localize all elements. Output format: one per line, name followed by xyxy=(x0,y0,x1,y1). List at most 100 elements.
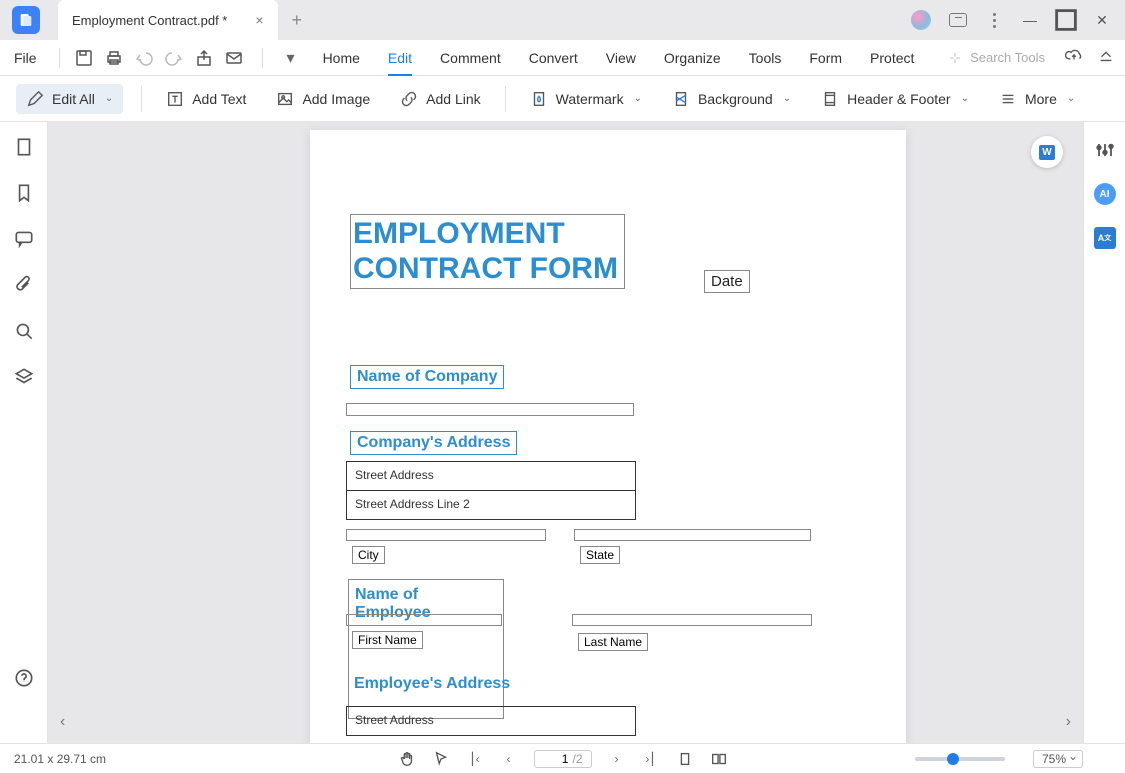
zoom-select[interactable]: 75% xyxy=(1033,750,1083,768)
date-field[interactable]: Date xyxy=(704,270,750,293)
new-tab-button[interactable]: + xyxy=(292,10,303,31)
collapse-left-icon[interactable]: ‹ xyxy=(60,713,65,731)
zoom-slider[interactable] xyxy=(915,757,1005,761)
tab-home[interactable]: Home xyxy=(323,42,360,74)
background-label: Background xyxy=(698,91,773,107)
customize-toolbar-icon[interactable]: ▾ xyxy=(281,48,301,68)
tab-view[interactable]: View xyxy=(606,42,636,74)
last-name-label[interactable]: Last Name xyxy=(578,633,648,651)
tab-tools[interactable]: Tools xyxy=(749,42,782,74)
comments-icon[interactable] xyxy=(13,228,35,250)
attachments-icon[interactable] xyxy=(13,274,35,296)
ribbon-toolbar: Edit All ⌄ Add Text Add Image Add Link W… xyxy=(0,76,1125,122)
tab-title: Employment Contract.pdf * xyxy=(72,13,227,28)
save-icon[interactable] xyxy=(74,48,94,68)
search-tools-input[interactable]: Search Tools xyxy=(948,50,1045,65)
company-address-box[interactable]: Street Address Street Address Line 2 xyxy=(346,461,636,520)
employee-address-box[interactable]: Street Address xyxy=(346,706,636,736)
properties-icon[interactable] xyxy=(1093,138,1117,162)
main-area: ‹ EMPLOYMENT CONTRACT FORM Date Name of … xyxy=(0,122,1125,743)
document-title-box[interactable]: EMPLOYMENT CONTRACT FORM xyxy=(350,214,625,289)
last-name-input[interactable] xyxy=(572,614,812,626)
separator xyxy=(505,86,506,112)
tab-convert[interactable]: Convert xyxy=(529,42,578,74)
page-current[interactable] xyxy=(542,752,568,766)
background-button[interactable]: Background ⌄ xyxy=(666,86,797,112)
text-icon xyxy=(166,90,184,108)
user-avatar-icon[interactable] xyxy=(911,10,931,30)
company-label[interactable]: Name of Company xyxy=(350,365,504,389)
page-number-input[interactable]: /2 xyxy=(533,750,591,768)
header-footer-button[interactable]: Header & Footer ⌄ xyxy=(815,86,975,112)
select-tool-icon[interactable] xyxy=(431,750,449,768)
document-tab[interactable]: Employment Contract.pdf * × xyxy=(58,0,278,40)
company-address-label[interactable]: Company's Address xyxy=(350,431,517,455)
chevron-down-icon: ⌄ xyxy=(961,93,969,104)
single-page-icon[interactable] xyxy=(676,750,694,768)
add-text-label: Add Text xyxy=(192,91,246,107)
bookmarks-icon[interactable] xyxy=(13,182,35,204)
chevron-down-icon: ⌄ xyxy=(1067,93,1075,104)
redo-icon[interactable] xyxy=(164,48,184,68)
tab-organize[interactable]: Organize xyxy=(664,42,721,74)
first-name-input[interactable] xyxy=(346,614,502,626)
tab-comment[interactable]: Comment xyxy=(440,42,501,74)
state-input-line[interactable] xyxy=(574,529,811,541)
edit-all-label: Edit All xyxy=(52,91,95,107)
add-text-button[interactable]: Add Text xyxy=(160,86,252,112)
convert-to-word-icon[interactable]: W xyxy=(1031,136,1063,168)
feedback-icon[interactable] xyxy=(943,6,973,34)
mail-icon[interactable] xyxy=(224,48,244,68)
thumbnails-icon[interactable] xyxy=(13,136,35,158)
document-page: EMPLOYMENT CONTRACT FORM Date Name of Co… xyxy=(310,130,906,743)
chevron-down-icon: ⌄ xyxy=(634,93,642,104)
cloud-upload-icon[interactable] xyxy=(1065,46,1083,69)
add-link-button[interactable]: Add Link xyxy=(394,86,486,112)
more-button[interactable]: More ⌄ xyxy=(993,86,1081,112)
edit-all-button[interactable]: Edit All ⌄ xyxy=(16,84,123,114)
first-page-icon[interactable]: ⎮‹ xyxy=(465,750,483,768)
city-input-line[interactable] xyxy=(346,529,546,541)
status-bar: 21.01 x 29.71 cm ⎮‹ ‹ /2 › ›⎮ 75% xyxy=(0,743,1125,773)
document-canvas[interactable]: ‹ EMPLOYMENT CONTRACT FORM Date Name of … xyxy=(48,122,1083,743)
close-tab-icon[interactable]: × xyxy=(255,12,263,28)
help-icon[interactable] xyxy=(13,667,35,689)
first-name-label[interactable]: First Name xyxy=(352,631,423,649)
tab-protect[interactable]: Protect xyxy=(870,42,914,74)
more-options-icon[interactable] xyxy=(979,6,1009,34)
search-icon[interactable] xyxy=(13,320,35,342)
layers-icon[interactable] xyxy=(13,366,35,388)
separator xyxy=(262,48,263,68)
watermark-button[interactable]: Watermark ⌄ xyxy=(524,86,648,112)
tab-edit[interactable]: Edit xyxy=(388,42,412,74)
state-label[interactable]: State xyxy=(580,546,620,564)
undo-icon[interactable] xyxy=(134,48,154,68)
next-page-icon[interactable]: › xyxy=(608,750,626,768)
collapse-right-icon[interactable]: › xyxy=(1066,713,1071,731)
app-logo-icon xyxy=(12,6,40,34)
print-icon[interactable] xyxy=(104,48,124,68)
last-page-icon[interactable]: ›⎮ xyxy=(642,750,660,768)
hand-tool-icon[interactable] xyxy=(397,750,415,768)
prev-page-icon[interactable]: ‹ xyxy=(499,750,517,768)
chevron-down-icon: ⌄ xyxy=(105,93,113,104)
slider-thumb[interactable] xyxy=(947,753,959,765)
minimize-button[interactable]: — xyxy=(1015,6,1045,34)
emp-street-row: Street Address xyxy=(347,707,635,736)
ai-assistant-icon[interactable]: AI xyxy=(1093,182,1117,206)
employee-box[interactable]: Name of Employee xyxy=(348,579,504,719)
tab-form[interactable]: Form xyxy=(809,42,842,74)
translate-icon[interactable]: A文 xyxy=(1093,226,1117,250)
employee-address-label[interactable]: Employee's Address xyxy=(354,675,510,693)
file-menu[interactable]: File xyxy=(0,50,51,66)
add-link-label: Add Link xyxy=(426,91,480,107)
separator xyxy=(141,86,142,112)
company-name-input[interactable] xyxy=(346,403,634,416)
maximize-button[interactable] xyxy=(1051,6,1081,34)
share-icon[interactable] xyxy=(194,48,214,68)
close-window-button[interactable]: ✕ xyxy=(1087,6,1117,34)
city-label[interactable]: City xyxy=(352,546,385,564)
add-image-button[interactable]: Add Image xyxy=(270,86,376,112)
collapse-ribbon-icon[interactable] xyxy=(1097,46,1115,69)
double-page-icon[interactable] xyxy=(710,750,728,768)
